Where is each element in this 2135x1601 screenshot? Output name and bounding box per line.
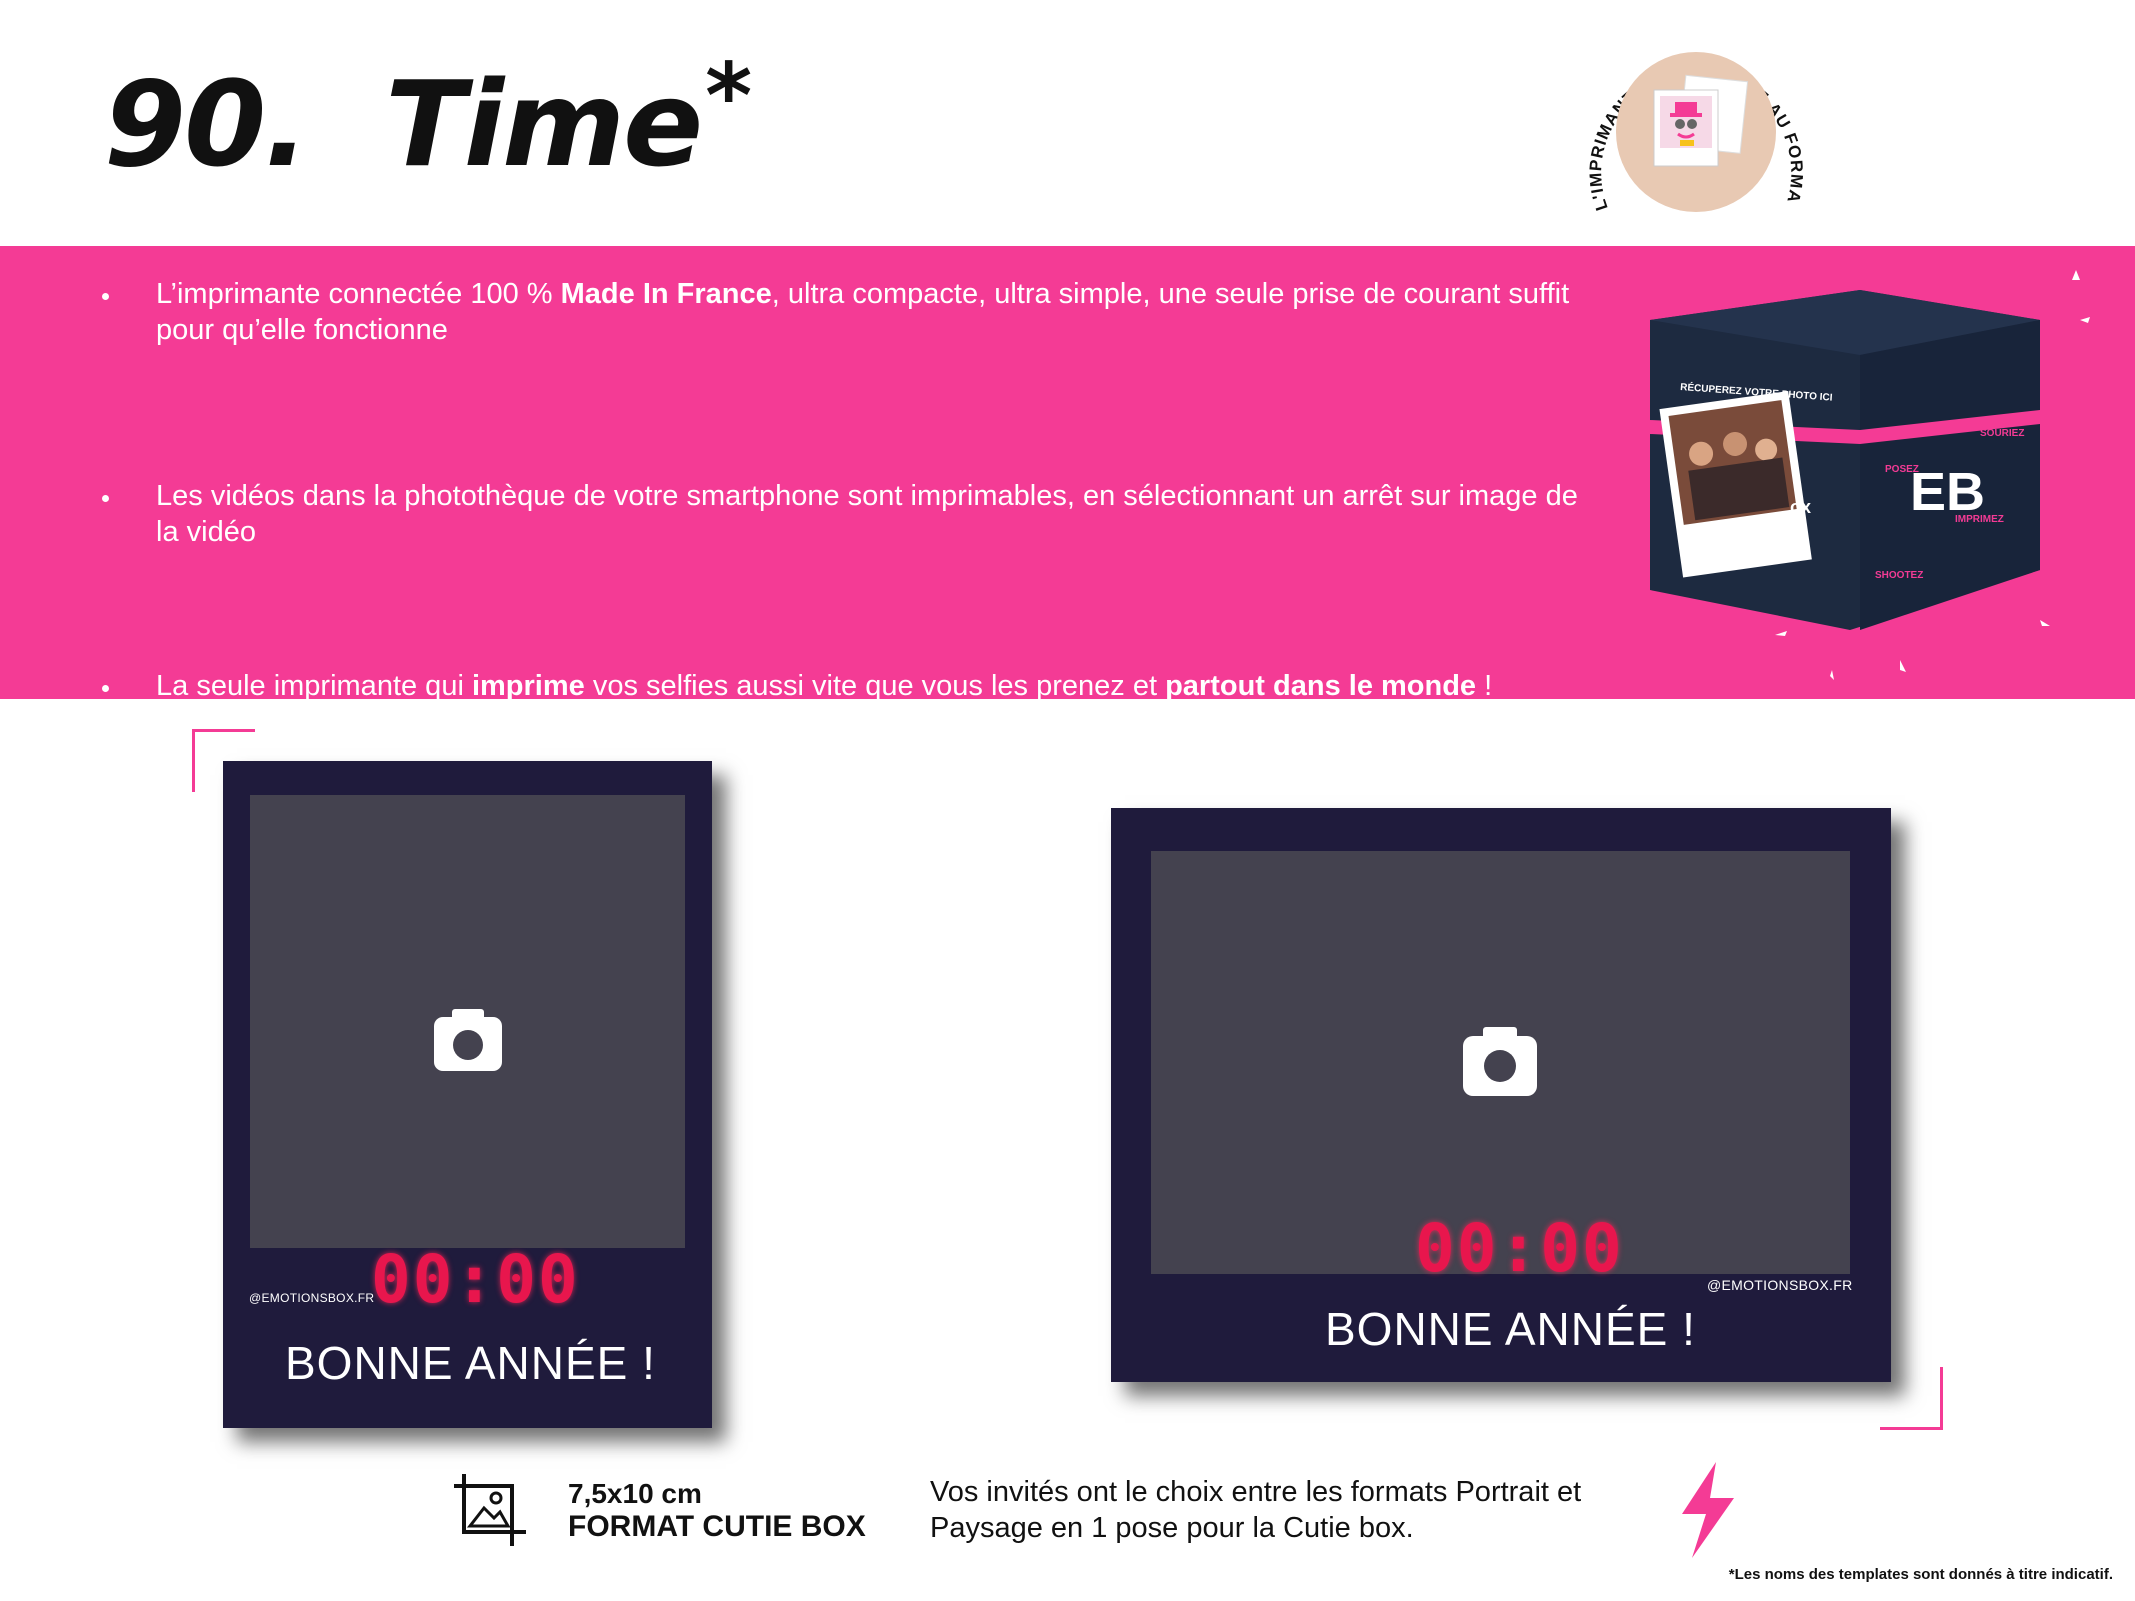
format-choice-text: Vos invités ont le choix entre les forma…	[930, 1476, 1582, 1544]
svg-text:ox: ox	[1790, 497, 1811, 517]
greeting-text: BONNE ANNÉE !	[1325, 1303, 1696, 1355]
svg-text:SOURIEZ: SOURIEZ	[1980, 428, 2024, 439]
credit-handle: @EMOTIONSBOX.FR	[1707, 1277, 1853, 1293]
crop-image-icon	[454, 1474, 526, 1546]
printed-photo	[1659, 391, 1812, 578]
page-title: 90. Time*	[104, 52, 752, 184]
camera-icon	[434, 1009, 502, 1071]
svg-text:POSEZ: POSEZ	[1885, 464, 1919, 475]
greeting-text: BONNE ANNÉE !	[285, 1337, 656, 1389]
cutie-box-printer-image: RÉCUPEREZ VOTRE PHOTO ICI EB POSEZ SOURI…	[1650, 270, 2090, 680]
title-number: 90.	[104, 55, 309, 193]
feature-item: L’imprimante connectée 100 % Made In Fra…	[96, 276, 1596, 348]
camera-icon	[1463, 1027, 1537, 1096]
feature-list: L’imprimante connectée 100 % Made In Fra…	[96, 276, 1596, 822]
countdown-timer: 00:00	[371, 1241, 580, 1318]
svg-text:SHOOTEZ: SHOOTEZ	[1875, 570, 1923, 581]
feature-item: Les vidéos dans la photothèque de votre …	[96, 478, 1596, 550]
format-name: FORMAT CUTIE BOX	[568, 1510, 866, 1543]
printer-logo: EB	[1910, 462, 1985, 522]
countdown-timer: 00:00	[1415, 1210, 1624, 1287]
landscape-template: 00:00 @EMOTIONSBOX.FR BONNE ANNÉE !	[1111, 808, 1891, 1382]
polaroid-badge: L'IMPRIMANTE QUI IMPRIME AU FORMAT POLAR…	[1560, 8, 1805, 226]
portrait-template: 00:00 @EMOTIONSBOX.FR BONNE ANNÉE !	[223, 761, 712, 1428]
format-size: 7,5x10 cm	[568, 1478, 702, 1509]
svg-text:IMPRIMEZ: IMPRIMEZ	[1955, 514, 2004, 525]
credit-handle: @EMOTIONSBOX.FR	[249, 1291, 375, 1305]
lightning-icon	[1682, 1462, 1734, 1558]
feature-item: La seule imprimante qui imprime vos self…	[96, 668, 1596, 704]
title-name: Time	[385, 55, 703, 193]
title-asterisk: *	[705, 44, 752, 149]
disclaimer-note: *Les noms des templates sont donnés à ti…	[1728, 1566, 2113, 1583]
